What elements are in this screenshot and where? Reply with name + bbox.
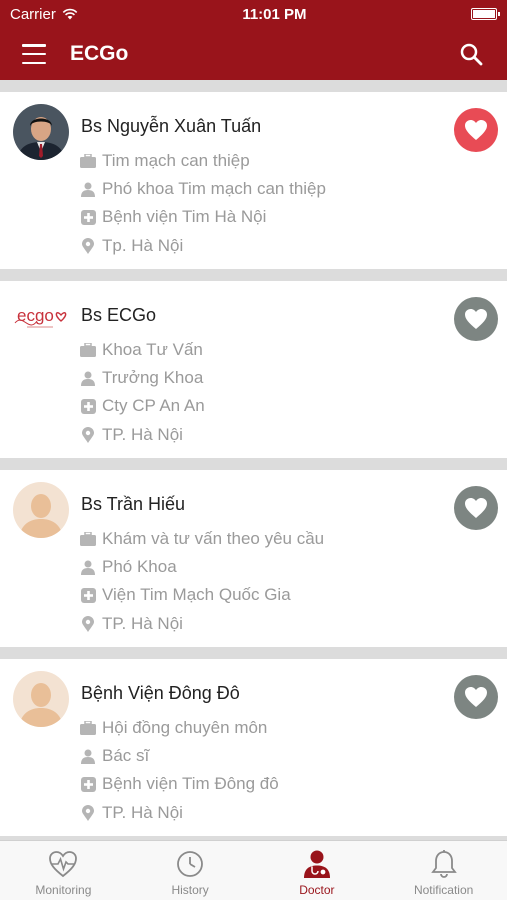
search-icon: [460, 43, 483, 66]
heart-icon: [465, 687, 487, 707]
hospital-text: Cty CP An An: [102, 396, 205, 415]
doctor-name: Bs ECGo: [81, 305, 157, 325]
briefcase-icon: [80, 721, 96, 735]
hospital-icon: [80, 398, 96, 414]
doctor-icon: [303, 850, 330, 878]
specialty-text: Khám và tư vấn theo yêu cầu: [102, 529, 325, 548]
tab-label: Notification: [413, 883, 474, 897]
favorite-button[interactable]: [454, 297, 498, 341]
nav-bar: ECGo: [0, 28, 507, 80]
wifi-icon: [62, 8, 78, 20]
doctor-card[interactable]: Bệnh Viện Đông Đô Hội đồng chuyên môn Bá…: [0, 659, 507, 836]
specialty-row: Tim mạch can thiệp: [80, 151, 250, 171]
doctor-card[interactable]: Bs Trần Hiếu Khám và tư vấn theo yêu cầu…: [0, 470, 507, 647]
carrier-label: Carrier: [10, 5, 56, 23]
specialty-text: Tim mạch can thiệp: [102, 151, 250, 170]
specialty-row: Hội đồng chuyên môn: [80, 718, 267, 738]
location-pin-icon: [82, 616, 94, 632]
location-pin-icon: [82, 238, 94, 254]
user-icon: [81, 749, 95, 764]
user-icon: [81, 182, 95, 197]
position-row: Phó Khoa: [80, 557, 177, 577]
hospital-text: Viện Tim Mạch Quốc Gia: [102, 585, 291, 604]
bell-icon: [430, 850, 457, 878]
heart-monitor-icon: [49, 851, 78, 878]
location-row: Tp. Hà Nội: [80, 236, 183, 256]
position-text: Phó Khoa: [102, 557, 177, 576]
doctor-name: Bs Trần Hiếu: [81, 494, 186, 514]
location-row: TP. Hà Nội: [80, 803, 183, 823]
doctor-card[interactable]: Bs Nguyễn Xuân Tuấn Tim mạch can thiệp P…: [0, 92, 507, 269]
favorite-button[interactable]: [454, 486, 498, 530]
position-row: Bác sĩ: [80, 746, 149, 766]
favorite-button[interactable]: [454, 675, 498, 719]
position-text: Trưởng Khoa: [102, 368, 204, 387]
briefcase-icon: [80, 154, 96, 168]
hospital-row: Bệnh viện Tim Hà Nội: [80, 207, 266, 227]
tab-doctor[interactable]: Doctor: [254, 841, 381, 900]
battery-icon: [471, 8, 500, 20]
default-avatar: [13, 482, 69, 538]
position-row: Phó khoa Tim mạch can thiệp: [80, 179, 326, 199]
hospital-row: Cty CP An An: [80, 396, 205, 416]
hospital-row: Bệnh viện Tim Đông đô: [80, 774, 279, 794]
briefcase-icon: [80, 343, 96, 357]
clock-icon: [177, 851, 204, 877]
location-text: TP. Hà Nội: [102, 614, 183, 633]
status-time: 11:01 PM: [242, 5, 307, 23]
app-title: ECGo: [70, 42, 129, 65]
doctor-card[interactable]: ecgo Bs ECGo Khoa Tư Vấn Trưởng Khoa Cty…: [0, 281, 507, 458]
position-row: Trưởng Khoa: [80, 368, 203, 388]
tab-label: History: [171, 883, 209, 897]
tab-label: Doctor: [299, 883, 335, 897]
specialty-row: Khám và tư vấn theo yêu cầu: [80, 529, 324, 549]
tab-bar: Monitoring History Doctor Notification: [0, 840, 507, 900]
ecgo-logo: ecgo: [13, 293, 69, 349]
briefcase-icon: [80, 532, 96, 546]
location-text: TP. Hà Nội: [102, 803, 183, 822]
favorite-button[interactable]: [454, 108, 498, 152]
menu-button[interactable]: [22, 44, 46, 64]
location-pin-icon: [82, 427, 94, 443]
doctor-name: Bệnh Viện Đông Đô: [81, 683, 240, 703]
doctor-name: Bs Nguyễn Xuân Tuấn: [81, 116, 262, 136]
specialty-text: Khoa Tư Vấn: [102, 340, 203, 359]
heart-icon: [465, 120, 487, 140]
hospital-icon: [80, 587, 96, 603]
tab-label: Monitoring: [35, 883, 92, 897]
position-text: Phó khoa Tim mạch can thiệp: [102, 179, 326, 198]
specialty-row: Khoa Tư Vấn: [80, 340, 203, 360]
hospital-icon: [80, 776, 96, 792]
tab-notification[interactable]: Notification: [380, 841, 507, 900]
location-row: TP. Hà Nội: [80, 614, 183, 634]
position-text: Bác sĩ: [102, 746, 150, 765]
location-text: TP. Hà Nội: [102, 425, 183, 444]
ecgo-logo-text: ecgo: [17, 306, 54, 325]
search-button[interactable]: [457, 40, 485, 68]
doctor-list: Bs Nguyễn Xuân Tuấn Tim mạch can thiệp P…: [0, 80, 507, 840]
tab-monitoring[interactable]: Monitoring: [0, 841, 127, 900]
location-pin-icon: [82, 805, 94, 821]
status-bar: Carrier 11:01 PM: [0, 0, 507, 28]
location-row: TP. Hà Nội: [80, 425, 183, 445]
location-text: Tp. Hà Nội: [102, 236, 184, 255]
hospital-icon: [80, 209, 96, 225]
hospital-text: Bệnh viện Tim Hà Nội: [102, 207, 267, 226]
user-icon: [81, 560, 95, 575]
user-icon: [81, 371, 95, 386]
heart-icon: [465, 498, 487, 518]
heart-icon: [465, 309, 487, 329]
tab-history[interactable]: History: [127, 841, 254, 900]
hospital-text: Bệnh viện Tim Đông đô: [102, 774, 279, 793]
hospital-row: Viện Tim Mạch Quốc Gia: [80, 585, 291, 605]
specialty-text: Hội đồng chuyên môn: [102, 718, 268, 737]
doctor-avatar: [13, 104, 69, 160]
default-avatar: [13, 671, 69, 727]
app-header: Carrier 11:01 PM ECGo: [0, 0, 507, 80]
